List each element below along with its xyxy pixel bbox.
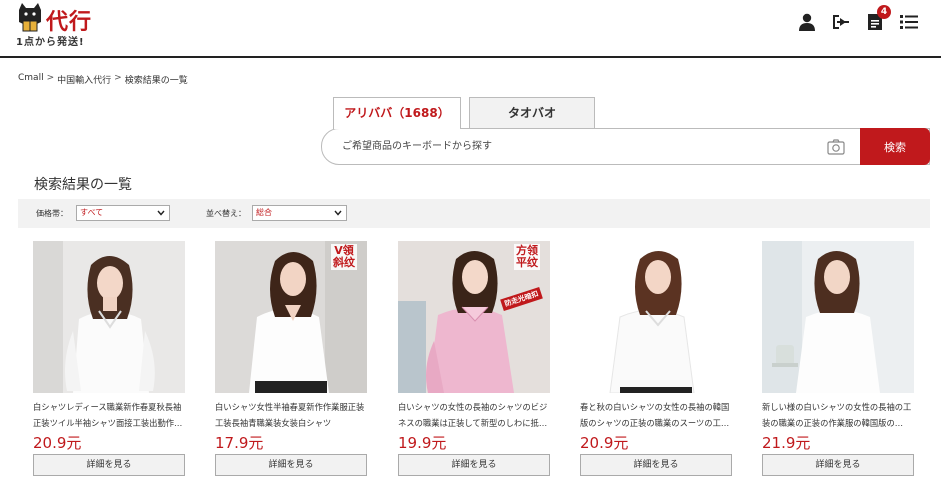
- product-price: 20.9元: [580, 434, 629, 452]
- product-card: V領 斜纹 白いシャツ女性半袖春夏新作作業服正装工装長袖青職業装女装白シャツ 1…: [215, 241, 367, 476]
- price-filter-label: 価格帯：: [36, 209, 68, 218]
- breadcrumb-separator: >: [114, 73, 122, 83]
- cart-badge: 4: [877, 5, 891, 19]
- search-input[interactable]: [342, 129, 826, 164]
- product-title[interactable]: 春と秋の白いシャツの女性の長袖の韓国版のシャツの正装の職業のスーツの工装…: [580, 399, 732, 431]
- product-image[interactable]: [33, 241, 185, 393]
- product-image[interactable]: V領 斜纹: [215, 241, 367, 393]
- user-icon[interactable]: [797, 12, 817, 32]
- tab-taobao[interactable]: タオバオ: [469, 97, 595, 128]
- product-price: 19.9元: [398, 434, 447, 452]
- source-tabs: アリババ（1688） タオバオ: [333, 97, 595, 129]
- sort-label: 並べ替え：: [206, 209, 246, 218]
- logo-text: 代行: [46, 10, 93, 35]
- product-tag-line: 平纹: [516, 256, 538, 269]
- details-button[interactable]: 詳細を見る: [398, 454, 550, 476]
- menu-icon[interactable]: [899, 12, 919, 32]
- product-card: 白シャツレディース職業新作春夏秋長袖正装ツイル半袖シャツ面接工装出勤作… 20.…: [33, 241, 185, 476]
- product-card: 春と秋の白いシャツの女性の長袖の韓国版のシャツの正装の職業のスーツの工装… 20…: [580, 241, 732, 476]
- product-title[interactable]: 白いシャツの女性の長袖のシャツのビジネスの職業は正装して新型のしわに抵抗し…: [398, 399, 550, 431]
- breadcrumb: Cmall > 中国輸入代行 > 検索結果の一覧: [18, 73, 188, 86]
- product-price: 17.9元: [215, 434, 264, 452]
- product-title[interactable]: 白シャツレディース職業新作春夏秋長袖正装ツイル半袖シャツ面接工装出勤作…: [33, 399, 185, 431]
- sort-select[interactable]: 総合: [252, 205, 347, 221]
- search-bar: 検索: [321, 128, 930, 165]
- product-image[interactable]: 方领 平纹 防走光暗扣: [398, 241, 550, 393]
- tab-alibaba[interactable]: アリババ（1688）: [333, 97, 461, 129]
- site-header: 代行 1点から発送! 4: [0, 0, 941, 58]
- product-tag: V領 斜纹: [331, 244, 357, 270]
- chevron-down-icon: [334, 210, 342, 216]
- details-button[interactable]: 詳細を見る: [580, 454, 732, 476]
- results-title: 検索結果の一覧: [34, 177, 132, 193]
- breadcrumb-separator: >: [46, 73, 55, 83]
- price-filter-value: すべて: [80, 208, 104, 217]
- details-button[interactable]: 詳細を見る: [762, 454, 914, 476]
- product-title[interactable]: 白いシャツ女性半袖春夏新作作業服正装工装長袖青職業装女装白シャツ: [215, 399, 367, 431]
- search-button[interactable]: 検索: [860, 128, 930, 165]
- breadcrumb-item-import[interactable]: 中国輸入代行: [57, 73, 111, 86]
- logo-tagline: 1点から発送!: [16, 37, 85, 48]
- product-card: 方领 平纹 防走光暗扣 白いシャツの女性の長袖のシャツのビジネスの職業は正装して…: [398, 241, 550, 476]
- product-card: 新しい様の白いシャツの女性の長袖の工装の職業の正装の作業服の韓国版の… 21.9…: [762, 241, 914, 476]
- cat-logo-icon: [19, 3, 41, 32]
- product-tag: 方领 平纹: [514, 244, 540, 270]
- filter-bar: 価格帯： すべて 並べ替え： 総合: [18, 199, 930, 228]
- product-price: 21.9元: [762, 434, 811, 452]
- header-icons: 4: [797, 5, 919, 34]
- product-tag-line: 斜纹: [333, 256, 355, 269]
- site-logo[interactable]: 代行 1点から発送!: [16, 2, 126, 50]
- order-icon[interactable]: 4: [865, 5, 891, 32]
- product-image[interactable]: [580, 241, 732, 393]
- product-title[interactable]: 新しい様の白いシャツの女性の長袖の工装の職業の正装の作業服の韓国版の…: [762, 399, 914, 431]
- logout-icon[interactable]: [831, 12, 851, 32]
- price-filter-select[interactable]: すべて: [76, 205, 170, 221]
- product-price: 20.9元: [33, 434, 82, 452]
- details-button[interactable]: 詳細を見る: [33, 454, 185, 476]
- camera-icon[interactable]: [826, 137, 846, 157]
- breadcrumb-item-current: 検索結果の一覧: [124, 76, 188, 86]
- details-button[interactable]: 詳細を見る: [215, 454, 367, 476]
- chevron-down-icon: [157, 210, 165, 216]
- sort-value: 総合: [256, 208, 272, 217]
- product-image[interactable]: [762, 241, 914, 393]
- breadcrumb-item-home[interactable]: Cmall: [18, 73, 44, 86]
